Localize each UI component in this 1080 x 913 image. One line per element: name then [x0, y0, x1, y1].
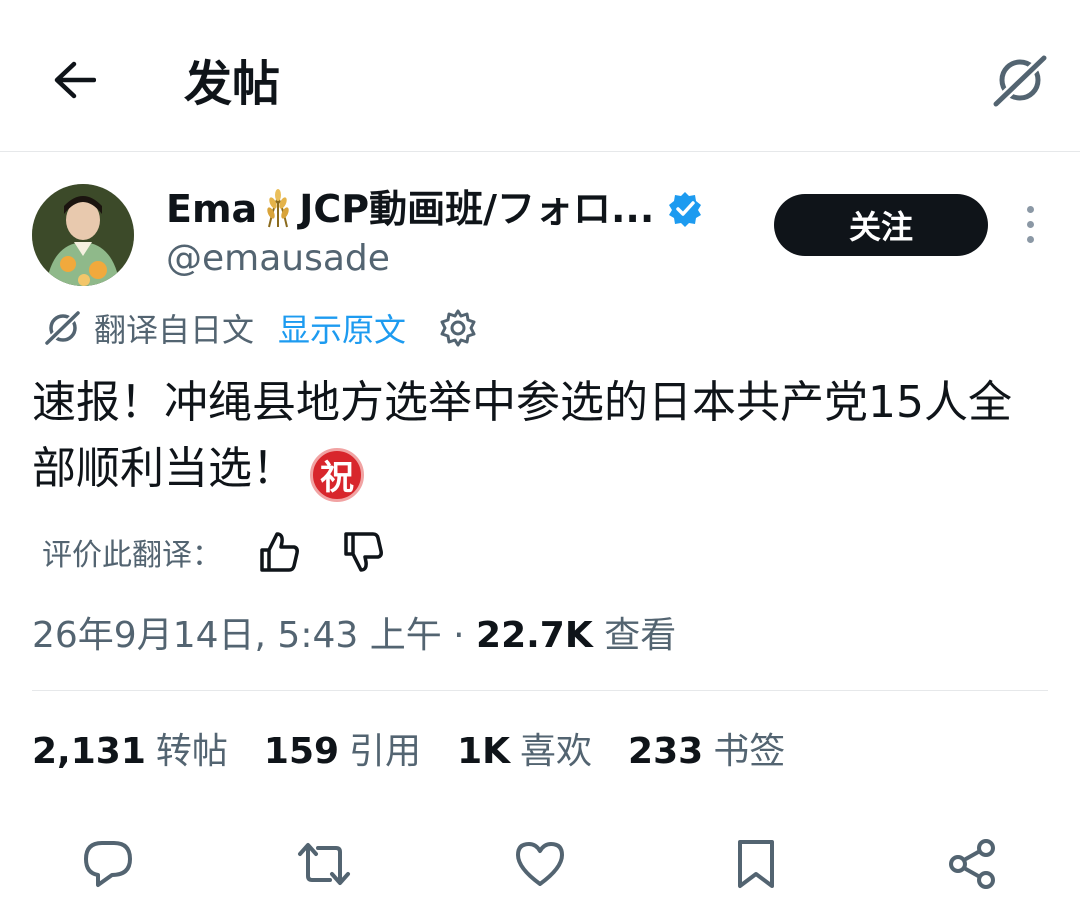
- reposts-stat[interactable]: 2,131 转帖: [32, 726, 228, 778]
- arrow-left-icon: [54, 61, 96, 99]
- bookmark-icon: [738, 840, 774, 888]
- likes-count: 1K: [457, 731, 511, 772]
- thumbs-up-button[interactable]: [258, 530, 302, 574]
- more-options-button[interactable]: [1010, 198, 1050, 250]
- views-count: 22.7K: [476, 615, 593, 656]
- wheat-emoji: [259, 189, 297, 229]
- repost-button[interactable]: [292, 832, 356, 896]
- translation-bar: 翻译自日文 显示原文: [42, 302, 478, 354]
- repost-icon: [298, 843, 350, 885]
- grok-button[interactable]: [984, 46, 1054, 116]
- likes-stat[interactable]: 1K 喜欢: [457, 726, 592, 778]
- tweet-body: 速报！冲绳县地方选举中参选的日本共产党15人全部顺利当选！: [32, 377, 1012, 494]
- handle[interactable]: @emausade: [166, 236, 390, 282]
- show-original-link[interactable]: 显示原文: [278, 305, 406, 351]
- display-name-prefix: Ema: [166, 187, 258, 231]
- celebrate-emoji: 祝: [310, 448, 364, 502]
- heart-icon: [516, 842, 564, 886]
- thumbs-down-icon: [344, 532, 383, 572]
- quotes-label: 引用: [349, 731, 422, 772]
- share-icon: [949, 839, 995, 889]
- display-name[interactable]: Ema JCP動画班/フォロ...: [166, 184, 704, 234]
- likes-label: 喜欢: [520, 731, 593, 772]
- reply-button[interactable]: [76, 832, 140, 896]
- tweet-text: 速报！冲绳县地方选举中参选的日本共产党15人全部顺利当选！祝: [32, 370, 1052, 502]
- more-dot: [1026, 220, 1034, 228]
- top-bar: 发帖: [0, 0, 1080, 152]
- more-dot: [1026, 235, 1034, 243]
- quotes-stat[interactable]: 159 引用: [264, 726, 421, 778]
- rate-translation-row: 评价此翻译：: [42, 526, 386, 578]
- page-title: 发帖: [184, 56, 281, 112]
- bookmarks-stat[interactable]: 233 书签: [628, 726, 785, 778]
- thumbs-up-icon: [260, 532, 299, 572]
- avatar-image: [32, 184, 134, 286]
- views-label: 查看: [592, 615, 677, 656]
- follow-button[interactable]: 关注: [774, 194, 988, 256]
- translated-from-label: 翻译自日文: [94, 311, 255, 349]
- bookmarks-count: 233: [628, 731, 704, 772]
- divider: [32, 690, 1048, 691]
- share-button[interactable]: [940, 832, 1004, 896]
- tweet-datetime[interactable]: 26年9月14日, 5:43 上午 ·: [32, 615, 476, 656]
- tweet-meta: 26年9月14日, 5:43 上午 · 22.7K 查看: [32, 610, 676, 662]
- gear-icon: [440, 309, 476, 347]
- back-button[interactable]: [44, 50, 104, 110]
- reposts-label: 转帖: [155, 731, 228, 772]
- more-vertical-icon: [1026, 205, 1034, 213]
- avatar[interactable]: [32, 184, 134, 286]
- bookmarks-label: 书签: [713, 731, 786, 772]
- reply-icon: [84, 841, 132, 887]
- like-button[interactable]: [508, 832, 572, 896]
- bookmark-button[interactable]: [724, 832, 788, 896]
- engagement-stats: 2,131 转帖 159 引用 1K 喜欢 233 书签: [32, 726, 821, 778]
- translation-settings-button[interactable]: [438, 308, 478, 348]
- reposts-count: 2,131: [32, 731, 146, 772]
- action-bar: [0, 832, 1080, 902]
- rate-translation-label: 评价此翻译：: [42, 538, 222, 573]
- grok-icon: [990, 52, 1049, 110]
- verified-badge-icon: [666, 190, 704, 228]
- grok-icon: [42, 308, 82, 348]
- quotes-count: 159: [263, 731, 340, 772]
- thumbs-down-button[interactable]: [342, 530, 386, 574]
- display-name-suffix: JCP動画班/フォロ...: [299, 187, 655, 231]
